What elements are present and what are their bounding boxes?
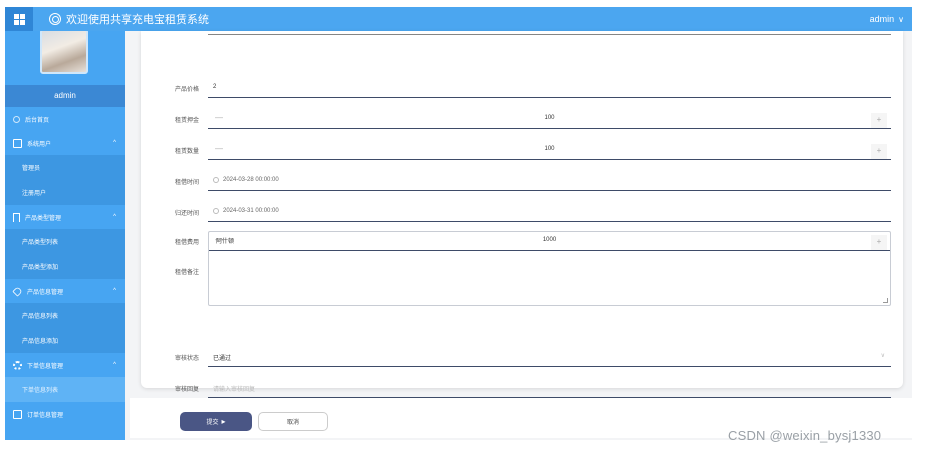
reply-label: 审核回复 xyxy=(175,387,200,393)
divider xyxy=(208,34,891,35)
cursor-icon: ▸ xyxy=(221,417,226,426)
app-title: 欢迎使用共享充电宝租赁系统 xyxy=(66,14,209,26)
form-row-deposit: 租赁押金 — 100 + xyxy=(141,109,903,129)
sidebar-item-registered-users[interactable]: 注册用户 xyxy=(5,180,125,205)
chevron-up-icon: ^ xyxy=(113,288,116,294)
sidebar-item-label: 产品类型管理 xyxy=(25,215,62,222)
chevron-down-icon: ∨ xyxy=(898,14,904,24)
remark-label: 租借备注 xyxy=(175,270,200,276)
sidebar-item-label: 订单信息管理 xyxy=(27,412,64,419)
plus-icon[interactable]: + xyxy=(871,144,887,159)
status-label: 审核状态 xyxy=(175,356,200,362)
remark-value: 阿什顿 xyxy=(216,239,235,245)
form-row-price: 产品价格 2 xyxy=(141,78,903,98)
rent-time-value: 2024-03-28 00:00:00 xyxy=(223,177,279,183)
remark-textarea[interactable]: 阿什顿 xyxy=(208,231,891,306)
sidebar-group-product-types[interactable]: 产品类型管理 ^ xyxy=(5,205,125,229)
quantity-label: 租赁数量 xyxy=(175,149,200,155)
deposit-label: 租赁押金 xyxy=(175,118,200,124)
quantity-value: 100 xyxy=(544,146,555,152)
grid-icon xyxy=(13,13,25,25)
reply-input[interactable]: 请输入审核回复 xyxy=(208,378,891,398)
sidebar-group-system-users[interactable]: 系统用户 ^ xyxy=(5,131,125,155)
return-time-value: 2024-03-31 00:00:00 xyxy=(223,208,279,214)
fee-label: 租借费用 xyxy=(175,240,200,246)
status-select[interactable]: 已通过 ∨ xyxy=(208,347,891,367)
reply-placeholder: 请输入审核回复 xyxy=(213,387,256,393)
rent-time-label: 租借时间 xyxy=(175,180,200,186)
form-row-return-time: 归还时间 2024-03-31 00:00:00 xyxy=(141,202,903,222)
form-row-rent-time: 租借时间 2024-03-28 00:00:00 xyxy=(141,171,903,191)
plus-icon[interactable]: + xyxy=(871,113,887,128)
return-time-picker[interactable]: 2024-03-31 00:00:00 xyxy=(208,202,891,222)
sidebar-item-product-info-list[interactable]: 产品信息列表 xyxy=(5,303,125,328)
sidebar-group-product-info[interactable]: 产品信息管理 ^ xyxy=(5,279,125,303)
home-icon xyxy=(13,115,20,123)
submit-button[interactable]: 提交 ▸ xyxy=(180,412,252,431)
price-label: 产品价格 xyxy=(175,87,200,93)
cancel-button[interactable]: 取消 xyxy=(258,412,328,431)
clock-icon xyxy=(213,177,219,183)
price-value: 2 xyxy=(213,84,217,90)
logo-icon xyxy=(49,13,61,25)
form-row-status: 审核状态 已通过 ∨ xyxy=(141,347,903,367)
rent-time-picker[interactable]: 2024-03-28 00:00:00 xyxy=(208,171,891,191)
sidebar-item-home[interactable]: 后台首页 xyxy=(5,107,125,131)
sidebar-group-order-info[interactable]: 订单信息管理 xyxy=(5,402,125,426)
clock-icon xyxy=(213,208,219,214)
tag-icon xyxy=(12,285,23,297)
submit-label: 提交 xyxy=(206,420,219,426)
watermark: CSDN @weixin_bysj1330 xyxy=(728,428,882,443)
form-card: 产品价格 2 租赁押金 — 100 + 租赁数量 — 100 + 租借时间 20… xyxy=(141,31,903,398)
avatar-area xyxy=(5,31,125,85)
sidebar-item-label: 后台首页 xyxy=(25,117,50,124)
sidebar-item-label: 产品信息管理 xyxy=(27,289,64,296)
deposit-stepper[interactable]: — 100 + xyxy=(208,109,891,129)
gear-icon xyxy=(13,360,22,370)
sidebar-item-product-type-add[interactable]: 产品类型添加 xyxy=(5,254,125,279)
form-row-reply: 审核回复 请输入审核回复 xyxy=(141,378,903,398)
user-name: admin xyxy=(869,14,895,24)
sidebar: admin 后台首页 系统用户 ^ 管理员 注册用户 产品类型管理 ^ 产品类型… xyxy=(5,31,125,440)
bookmark-icon xyxy=(13,212,20,222)
chevron-up-icon: ^ xyxy=(113,140,116,146)
chevron-up-icon: ^ xyxy=(113,362,116,368)
form-row-quantity: 租赁数量 — 100 + xyxy=(141,140,903,160)
avatar[interactable] xyxy=(40,31,88,74)
sidebar-item-product-type-list[interactable]: 产品类型列表 xyxy=(5,229,125,254)
return-time-label: 归还时间 xyxy=(175,211,200,217)
deposit-value: 100 xyxy=(544,115,555,121)
sidebar-item-label: 下单信息管理 xyxy=(27,363,64,370)
check-icon xyxy=(13,409,22,419)
chevron-up-icon: ^ xyxy=(113,214,116,220)
sidebar-username: admin xyxy=(5,85,125,107)
quantity-stepper[interactable]: — 100 + xyxy=(208,140,891,160)
sidebar-group-orders[interactable]: 下单信息管理 ^ xyxy=(5,353,125,377)
resize-grip-icon[interactable] xyxy=(883,298,888,303)
sidebar-item-product-info-add[interactable]: 产品信息添加 xyxy=(5,328,125,353)
status-value: 已通过 xyxy=(213,356,232,362)
sidebar-item-order-list[interactable]: 下单信息列表 xyxy=(5,377,125,402)
sidebar-item-label: 系统用户 xyxy=(27,141,52,148)
chevron-down-icon: ∨ xyxy=(880,353,885,359)
monitor-icon xyxy=(13,138,22,148)
cancel-label: 取消 xyxy=(286,420,299,426)
top-bar: 欢迎使用共享充电宝租赁系统 admin ∨ xyxy=(5,7,912,31)
sidebar-item-admins[interactable]: 管理员 xyxy=(5,155,125,180)
menu-toggle-button[interactable] xyxy=(5,7,33,31)
user-menu[interactable]: admin ∨ xyxy=(870,14,904,24)
price-input[interactable]: 2 xyxy=(208,78,891,98)
